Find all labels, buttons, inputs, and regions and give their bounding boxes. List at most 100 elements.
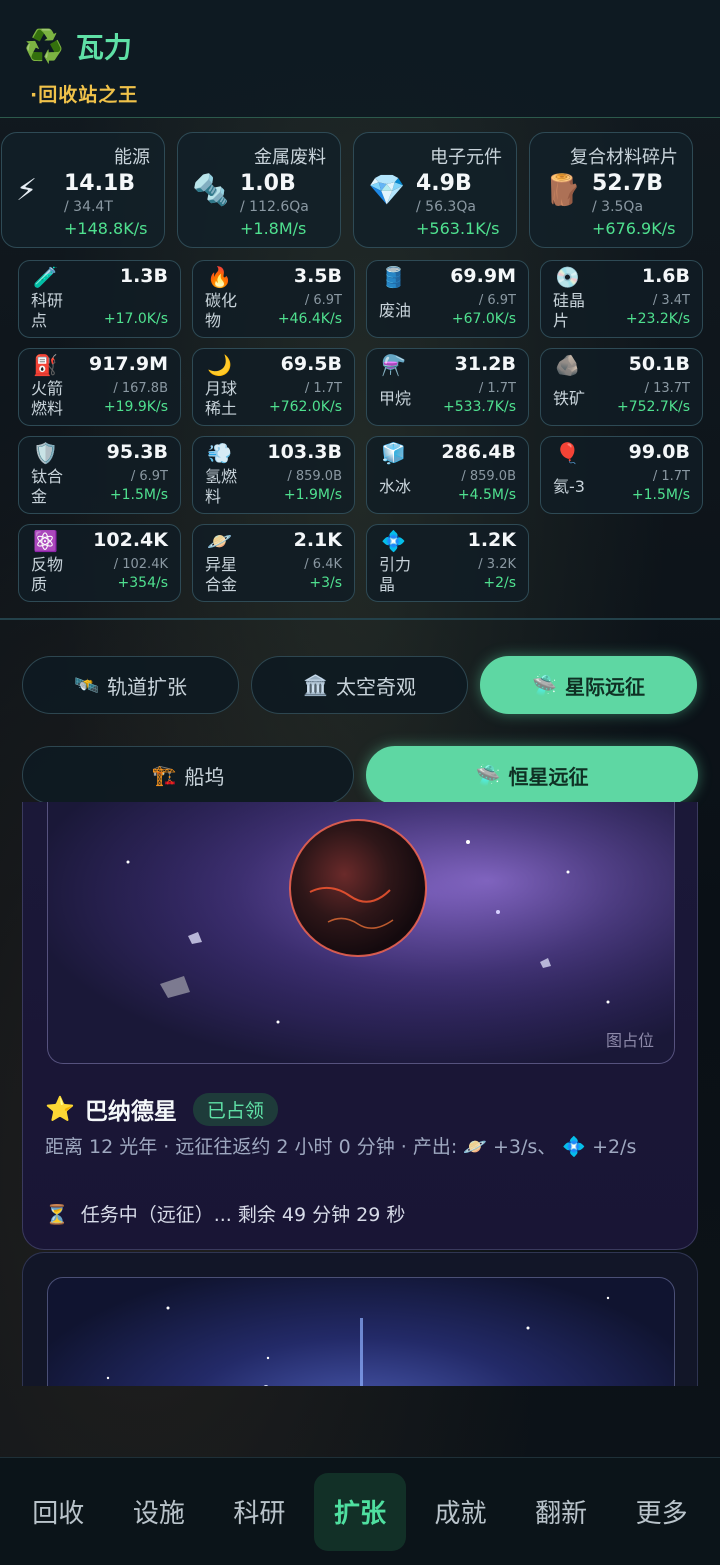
resource-label: 钛合金 [31,467,64,506]
tab-stellar-expedition[interactable]: 🛸 恒星远征 [366,746,698,804]
resource-value: 95.3B [106,441,168,463]
resource-graviton-crystal[interactable]: 💠 引力晶 1.2K / 3.2K +2/s [366,524,529,602]
player-name: 瓦力 [75,31,132,64]
resource-cap: / 56.3Qa [416,199,476,215]
resource-value: 69.9M [450,265,516,287]
resource-value: 2.1K [293,529,342,551]
resource-rate: +752.7K/s [616,399,690,415]
temple-icon: 🏛️ [303,673,328,697]
resource-rate: +1.5M/s [109,487,168,503]
resource-cap: / 112.6Qa [240,199,309,215]
resource-value: 99.0B [628,441,690,463]
resource-titanium-alloy[interactable]: 🛡️ 钛合金 95.3B / 6.9T +1.5M/s [18,436,181,514]
resource-methane[interactable]: ⚗️ 甲烷 31.2B / 1.7T +533.7K/s [366,348,529,426]
resource-rate: +4.5M/s [457,487,516,503]
resource-cap: / 859.0B [461,469,516,484]
resource-waste-oil[interactable]: 🛢️ 废油 69.9M / 6.9T +67.0K/s [366,260,529,338]
oil-barrel-icon: 🛢️ [381,265,406,289]
resource-iron-ore[interactable]: 🪨 铁矿 50.1B / 13.7T +752.7K/s [540,348,703,426]
nav-achievements[interactable]: 成就 [415,1473,507,1551]
resource-value: 1.3B [119,265,168,287]
star-icon: ⭐ [45,1095,75,1123]
nav-renovation[interactable]: 翻新 [515,1473,607,1551]
resource-rate: +23.2K/s [625,311,690,327]
output-2: +2/s [592,1136,637,1158]
resource-cap: / 102.4K [113,557,168,572]
test-tube-icon: 🧪 [33,265,58,289]
nav-more[interactable]: 更多 [616,1473,708,1551]
tab-shipyard[interactable]: 🏗️ 船坞 [22,746,354,804]
resource-value: 69.5B [280,353,342,375]
resource-antimatter[interactable]: ⚛️ 反物质 102.4K / 102.4K +354/s [18,524,181,602]
resource-cap: / 6.9T [478,293,516,308]
resource-value: 4.9B [416,171,472,196]
resource-rate: +563.1K/s [416,219,500,238]
resource-silicon-wafer[interactable]: 💿 硅晶片 1.6B / 3.4T +23.2K/s [540,260,703,338]
tab-orbital-expansion[interactable]: 🛰️ 轨道扩张 [22,656,239,714]
resource-value: 14.1B [64,171,136,196]
resource-hydrogen-fuel[interactable]: 💨 氢燃料 103.3B / 859.0B +1.9M/s [192,436,355,514]
resource-rate: +1.8M/s [240,219,307,238]
resource-value: 102.4K [93,529,168,551]
resource-label: 废油 [379,301,412,320]
resource-composite[interactable]: 复合材料碎片 🪵 52.7B / 3.5Qa +676.9K/s [529,132,693,248]
tab-space-wonders[interactable]: 🏛️ 太空奇观 [251,656,468,714]
resource-cap: / 6.9T [304,293,342,308]
resource-rate: +676.9K/s [592,219,676,238]
tab-label: 船坞 [184,764,225,789]
resource-cap: / 1.7T [652,469,690,484]
crane-icon: 🏗️ [151,763,177,787]
resource-cap: / 1.7T [304,381,342,396]
shield-icon: 🛡️ [33,441,58,465]
expedition-card[interactable]: 图占位 ⭐ 巴纳德星 已占领 距离 12 光年 · 远征往返约 2 小时 0 分… [22,802,698,1250]
resource-label: 月球稀土 [205,379,238,418]
resource-value: 1.6B [641,265,690,287]
resource-rate: +3/s [309,575,342,591]
planet-image: 图占位 [47,802,675,1064]
resource-carbide[interactable]: 🔥 碳化物 3.5B / 6.9T +46.4K/s [192,260,355,338]
resource-rate: +533.7K/s [442,399,516,415]
output-1: +3/s、 [493,1136,557,1158]
resource-electronics[interactable]: 电子元件 💎 4.9B / 56.3Qa +563.1K/s [353,132,517,248]
resource-value: 52.7B [592,171,664,196]
expedition-card-next[interactable] [22,1252,698,1386]
wind-icon: 💨 [207,441,232,465]
resource-cap: / 859.0B [287,469,342,484]
resource-cap: / 6.4K [304,557,342,572]
resource-label: 水冰 [379,477,412,496]
player-subtitle: ·回收站之王 [30,84,139,106]
status-badge: 已占领 [192,1092,278,1126]
nav-research[interactable]: 科研 [213,1473,305,1551]
resource-lunar-rare-earth[interactable]: 🌙 月球稀土 69.5B / 1.7T +762.0K/s [192,348,355,426]
resource-rate: +1.5M/s [631,487,690,503]
resource-rate: +762.0K/s [268,399,342,415]
resource-helium3[interactable]: 🎈 氦-3 99.0B / 1.7T +1.5M/s [540,436,703,514]
resource-label: 碳化物 [205,291,238,330]
nav-expansion[interactable]: 扩张 [313,1472,406,1551]
resource-metal-scrap[interactable]: 金属废料 🔩 1.0B / 112.6Qa +1.8M/s [177,132,341,248]
resource-alien-alloy[interactable]: 🪐 异星合金 2.1K / 6.4K +3/s [192,524,355,602]
disc-icon: 💿 [555,265,580,289]
resource-research[interactable]: 🧪 科研点 1.3B +17.0K/s [18,260,181,338]
resource-value: 3.5B [293,265,342,287]
nav-facilities[interactable]: 设施 [113,1473,205,1551]
resource-rocket-fuel[interactable]: ⛽ 火箭燃料 917.9M / 167.8B +19.9K/s [18,348,181,426]
resource-energy[interactable]: 能源 ⚡ 14.1B / 34.4T +148.8K/s [1,132,165,248]
resource-rate: +17.0K/s [103,311,168,327]
secondary-tabs: 🏗️ 船坞 🛸 恒星远征 [22,746,698,804]
lightning-icon: ⚡ [16,173,38,208]
gem-icon: 💎 [368,173,406,208]
header: ♻️ 瓦力 ·回收站之王 [0,0,720,118]
tab-interstellar-expedition[interactable]: 🛸 星际远征 [480,656,697,714]
resource-label: 引力晶 [379,555,412,594]
rock-icon: 🪨 [555,353,580,377]
resource-water-ice[interactable]: 🧊 水冰 286.4B / 859.0B +4.5M/s [366,436,529,514]
divider [0,618,720,620]
fire-icon: 🔥 [207,265,232,289]
nav-recycle[interactable]: 回收 [12,1473,104,1551]
resource-value: 50.1B [628,353,690,375]
resource-rate: +2/s [483,575,516,591]
main-resources: 能源 ⚡ 14.1B / 34.4T +148.8K/s 金属废料 🔩 1.0B… [0,132,720,248]
recycle-icon: ♻️ [24,27,64,65]
balloon-icon: 🎈 [555,441,580,465]
